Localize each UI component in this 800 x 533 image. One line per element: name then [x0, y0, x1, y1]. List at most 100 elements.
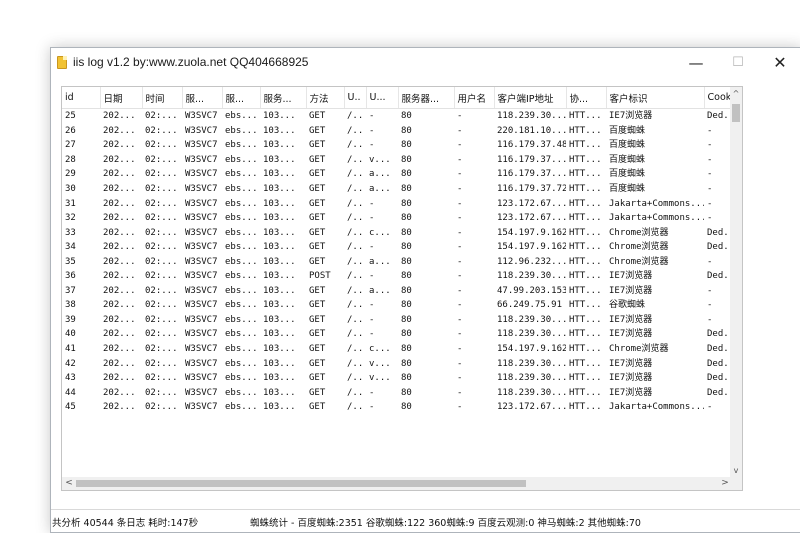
table-cell: 02:...	[145, 285, 178, 296]
table-cell: 02:...	[145, 111, 178, 122]
table-row[interactable]: 45 202... 02:... W3SVC7 ebs... 103... GET/.. -8…	[62, 400, 732, 415]
column-header[interactable]: 用户名	[454, 87, 495, 109]
table-row[interactable]: 39 202... 02:... W3SVC7 ebs... 103... GET/.. -8…	[62, 313, 732, 328]
log-list-view[interactable]: id 日期 时间 服... 服... 服务... 方法 U.. U... 服务器... 用户名 客户端…	[61, 86, 743, 491]
table-row[interactable]: 33 202... 02:... W3SVC7 ebs... 103... GET /.. c.…	[62, 225, 732, 240]
column-header[interactable]: 服...	[182, 87, 223, 109]
table-cell: 103...	[263, 154, 296, 165]
table-cell: GET	[309, 402, 326, 413]
table-row[interactable]: 34 202... 02:... W3SVC7 ebs... 103... GET/.. -8…	[62, 240, 732, 255]
table-row[interactable]: 32 202... 02:... W3SVC7 ebs... 103... GET/.. -8…	[62, 211, 732, 226]
table-cell: -	[457, 125, 463, 136]
column-header[interactable]: id	[62, 87, 101, 109]
table-row[interactable]: 31 202... 02:... W3SVC7 ebs... 103... GET/.. -8…	[62, 196, 732, 211]
table-cell: /..	[347, 344, 364, 355]
table-cell: -	[457, 213, 463, 224]
horizontal-scroll-thumb[interactable]	[76, 480, 526, 487]
vertical-scrollbar[interactable]: ^ v	[730, 87, 742, 477]
table-cell: 02:...	[145, 344, 178, 355]
table-cell: c...	[369, 344, 391, 355]
table-cell: ebs...	[225, 402, 258, 413]
table-cell: ebs...	[225, 285, 258, 296]
column-header[interactable]: 客户端IP地址	[494, 87, 567, 109]
table-cell: -	[369, 125, 375, 136]
log-table-viewport: id 日期 时间 服... 服... 服务... 方法 U.. U... 服务器... 用户名 客户端…	[62, 87, 732, 477]
table-row[interactable]: 40 202... 02:... W3SVC7 ebs... 103... GET/.. -8…	[62, 327, 732, 342]
table-cell: HTT...	[569, 242, 602, 253]
table-row[interactable]: 36 202... 02:... W3SVC7 ebs... 103... POST/.. -…	[62, 269, 732, 284]
table-cell: HTT...	[569, 387, 602, 398]
minimize-button[interactable]: —	[675, 48, 717, 78]
table-cell: 41	[65, 344, 76, 355]
scroll-left-icon[interactable]: <	[63, 477, 75, 490]
column-header[interactable]: U..	[344, 87, 367, 109]
scroll-up-icon[interactable]: ^	[730, 89, 742, 98]
table-cell: 202...	[103, 125, 136, 136]
column-header[interactable]: U...	[366, 87, 399, 109]
column-header[interactable]: 服务器...	[398, 87, 455, 109]
table-cell: -	[457, 154, 463, 165]
column-header[interactable]: 协...	[566, 87, 607, 109]
table-cell: 34	[65, 242, 76, 253]
vertical-scroll-thumb[interactable]	[732, 104, 740, 122]
table-cell: -	[457, 387, 463, 398]
table-cell: 116.179.37.72	[497, 184, 566, 194]
table-row[interactable]: 43 202... 02:... W3SVC7 ebs... 103... GET /.. v.…	[62, 371, 732, 386]
close-button[interactable]: ✕	[759, 48, 800, 78]
table-cell: ebs...	[225, 344, 258, 355]
table-cell: Chrome浏览器	[609, 344, 669, 355]
table-cell: a...	[369, 169, 391, 180]
table-cell: W3SVC7	[185, 402, 218, 413]
table-row[interactable]: 37 202... 02:... W3SVC7 ebs... 103... GET /.. a.…	[62, 284, 732, 299]
table-cell: 103...	[263, 314, 296, 325]
table-cell: IE7浏览器	[609, 358, 653, 369]
table-cell: Ded...	[707, 373, 732, 384]
table-cell: -	[457, 256, 463, 267]
table-cell: 百度蜘蛛	[609, 154, 646, 165]
spider-statistics: 蜘蛛统计 - 百度蜘蛛:2351 谷歌蜘蛛:122 360蜘蛛:9 百度云观测:…	[250, 518, 641, 529]
scroll-down-icon[interactable]: v	[730, 466, 742, 475]
table-row[interactable]: 28 202... 02:... W3SVC7 ebs... 103... GET /.. v.…	[62, 153, 732, 168]
table-cell: -	[707, 184, 713, 194]
table-cell: /..	[347, 125, 364, 136]
title-bar[interactable]: iis log v1.2 by:www.zuola.net QQ40466892…	[51, 48, 800, 78]
table-cell: 118.239.30...	[497, 373, 566, 384]
table-row[interactable]: 44 202... 02:... W3SVC7 ebs... 103... GET/.. -8…	[62, 385, 732, 400]
table-row[interactable]: 41 202... 02:... W3SVC7 ebs... 103... GET /.. c.…	[62, 342, 732, 357]
table-cell: Ded...	[707, 271, 732, 282]
table-row[interactable]: 27 202... 02:... W3SVC7 ebs... 103... GET/.. -8…	[62, 138, 732, 153]
table-cell: 80	[401, 111, 412, 122]
table-cell: -	[457, 402, 463, 413]
table-row[interactable]: 38 202... 02:... W3SVC7 ebs... 103... GET/.. -8…	[62, 298, 732, 313]
table-cell: Ded...	[707, 242, 732, 253]
table-cell: 百度蜘蛛	[609, 140, 646, 151]
table-cell: 36	[65, 271, 76, 282]
table-row[interactable]: 29 202... 02:... W3SVC7 ebs... 103... GET /.. a.…	[62, 167, 732, 182]
table-cell: Jakarta+Commons...	[609, 213, 704, 224]
table-cell: GET	[309, 227, 326, 238]
table-row[interactable]: 26 202... 02:... W3SVC7 ebs... 103... GET/.. -8…	[62, 124, 732, 139]
table-cell: c...	[369, 227, 391, 238]
table-cell: POST	[309, 271, 331, 282]
table-cell: ebs...	[225, 154, 258, 165]
column-header[interactable]: Cookie	[704, 87, 732, 109]
column-header[interactable]: 时间	[142, 87, 183, 109]
column-header[interactable]: 方法	[306, 87, 345, 109]
table-row[interactable]: 42 202... 02:... W3SVC7 ebs... 103... GET /.. v.…	[62, 356, 732, 371]
column-header[interactable]: 服...	[222, 87, 261, 109]
analysis-summary: 共分析 40544 条日志 耗时:147秒	[52, 518, 199, 529]
table-cell: ebs...	[225, 300, 258, 311]
table-row[interactable]: 35 202... 02:... W3SVC7 ebs... 103... GET /.. a.…	[62, 254, 732, 269]
column-header[interactable]: 服务...	[260, 87, 307, 109]
column-header[interactable]: 客户标识	[606, 87, 705, 109]
table-cell: ebs...	[225, 387, 258, 398]
table-cell: IE7浏览器	[609, 329, 653, 340]
table-cell: W3SVC7	[185, 285, 218, 296]
horizontal-scrollbar[interactable]: < >	[62, 477, 732, 490]
maximize-button[interactable]: ☐	[717, 48, 759, 78]
table-row[interactable]: 30 202... 02:... W3SVC7 ebs... 103... GET /.. a.…	[62, 182, 732, 197]
table-cell: 02:...	[145, 169, 178, 180]
table-row[interactable]: 25 202... 02:... W3SVC7 ebs... 103... GET/.. -8…	[62, 109, 732, 124]
column-header[interactable]: 日期	[100, 87, 143, 109]
table-cell: 103...	[263, 358, 296, 369]
